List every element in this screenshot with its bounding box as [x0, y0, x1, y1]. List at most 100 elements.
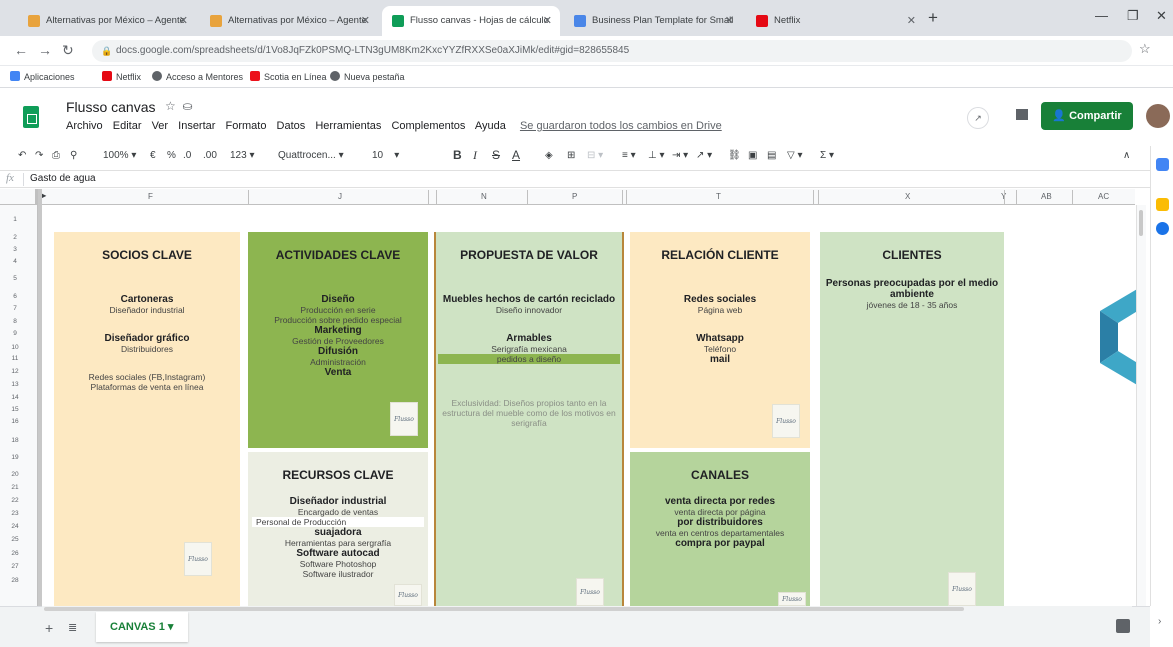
italic-button[interactable]: I [473, 148, 477, 163]
menu-ayuda[interactable]: Ayuda [475, 120, 506, 132]
star-icon[interactable]: ☆ [165, 99, 176, 113]
row-header[interactable]: 5 [0, 275, 30, 282]
new-tab-icon[interactable]: + [928, 8, 938, 28]
bookmark-star-icon[interactable]: ☆ [1139, 41, 1151, 57]
browser-tab-5[interactable]: Netflix ✕ [746, 6, 924, 36]
actividades-clave-box[interactable]: ACTIVIDADES CLAVE Diseño Producción en s… [248, 232, 428, 448]
close-window-icon[interactable]: ✕ [1156, 8, 1167, 24]
vertical-scrollbar[interactable] [1136, 205, 1146, 606]
percent-format-button[interactable]: % [167, 150, 176, 161]
column-header[interactable]: X [905, 192, 910, 201]
column-header[interactable]: AB [1041, 192, 1052, 201]
socios-clave-box[interactable]: SOCIOS CLAVE Cartoneras Diseñador indust… [54, 232, 240, 606]
row-header[interactable]: 26 [0, 550, 30, 557]
fill-color-icon[interactable]: ◈ [545, 150, 553, 161]
row-header[interactable]: 20 [0, 471, 30, 478]
browser-tab-2[interactable]: Alternativas por México – Agente ✕ [200, 6, 378, 36]
row-header[interactable]: 9 [0, 330, 30, 337]
expand-panel-icon[interactable]: › [1158, 616, 1161, 627]
row-header[interactable]: 24 [0, 523, 30, 530]
functions-button[interactable]: Σ ▾ [820, 150, 834, 161]
merge-cells-icon[interactable]: ⊟ ▾ [587, 150, 603, 161]
bookmark-apps[interactable]: Aplicaciones [10, 71, 75, 82]
row-header[interactable]: 28 [0, 577, 30, 584]
close-icon[interactable]: ✕ [543, 6, 552, 36]
increase-decimals-button[interactable]: .00 [203, 150, 217, 161]
collapse-menu-icon[interactable]: ∧ [1123, 150, 1130, 161]
insert-link-icon[interactable]: ⛓ [728, 150, 741, 161]
row-header[interactable]: 7 [0, 305, 30, 312]
menu-datos[interactable]: Datos [277, 120, 306, 132]
row-header[interactable]: 18 [0, 437, 30, 444]
print-icon[interactable]: ⎙ [52, 150, 60, 161]
row-header[interactable]: 11 [0, 355, 30, 362]
horizontal-scroll-thumb[interactable] [44, 607, 964, 611]
row-header[interactable]: 13 [0, 381, 30, 388]
browser-tab-4[interactable]: Business Plan Template for Small ✕ [564, 6, 742, 36]
activity-dashboard-icon[interactable]: ↗ [967, 107, 989, 129]
select-all-corner[interactable] [0, 189, 38, 204]
back-icon[interactable]: ← [14, 42, 28, 58]
all-sheets-icon[interactable]: ≣ [68, 621, 77, 634]
text-color-button[interactable]: A [512, 148, 520, 162]
font-select[interactable]: Quattrocen... ▾ [278, 150, 344, 161]
row-header[interactable]: 4 [0, 258, 30, 265]
text-wrapping-icon[interactable]: ⇥ ▾ [672, 150, 688, 161]
row-header[interactable]: 12 [0, 368, 30, 375]
comments-icon[interactable] [1016, 109, 1028, 120]
filter-icon[interactable]: ▽ ▾ [787, 150, 803, 161]
row-header[interactable]: 15 [0, 406, 30, 413]
redo-icon[interactable]: ↷ [35, 150, 43, 161]
bookmark-netflix[interactable]: Netflix [102, 71, 141, 82]
row-header[interactable]: 21 [0, 484, 30, 491]
bookmark-scotia[interactable]: Scotia en Línea [250, 71, 327, 82]
menu-herramientas[interactable]: Herramientas [315, 120, 381, 132]
menu-insertar[interactable]: Insertar [178, 120, 215, 132]
currency-format-button[interactable]: € [150, 150, 156, 161]
bookmark-mentores[interactable]: Acceso a Mentores [152, 71, 243, 82]
minimize-icon[interactable]: — [1095, 8, 1108, 23]
column-header[interactable]: P [572, 192, 577, 201]
text-rotation-icon[interactable]: ↗ ▾ [696, 150, 712, 161]
menu-archivo[interactable]: Archivo [66, 120, 103, 132]
document-title[interactable]: Flusso canvas [66, 99, 155, 115]
decrease-decimals-button[interactable]: .0 [183, 150, 191, 161]
move-to-folder-icon[interactable]: ⛀ [182, 99, 192, 113]
zoom-select[interactable]: 100% ▾ [103, 150, 136, 161]
column-header[interactable]: J [338, 192, 342, 201]
close-icon[interactable]: ✕ [361, 6, 370, 36]
column-header[interactable]: AC [1098, 192, 1109, 201]
share-button[interactable]: 👤 Compartir [1041, 102, 1133, 130]
row-header[interactable]: 8 [0, 318, 30, 325]
reload-icon[interactable]: ↻ [62, 42, 74, 59]
bold-button[interactable]: B [453, 148, 462, 162]
browser-tab-1[interactable]: Alternativas por México – Agente ✕ [18, 6, 196, 36]
browser-tab-3[interactable]: Flusso canvas - Hojas de cálculo ✕ [382, 6, 560, 36]
forward-icon[interactable]: → [38, 42, 52, 58]
keep-icon[interactable] [1156, 198, 1169, 211]
row-header[interactable]: 3 [0, 246, 30, 253]
sheets-logo-icon[interactable] [23, 106, 39, 128]
close-icon[interactable]: ✕ [907, 6, 916, 36]
close-icon[interactable]: ✕ [725, 6, 734, 36]
row-header[interactable]: 2 [0, 234, 30, 241]
calendar-icon[interactable] [1156, 158, 1169, 171]
column-header[interactable]: N [481, 192, 487, 201]
borders-icon[interactable]: ⊞ [567, 150, 575, 161]
row-header[interactable]: 16 [0, 418, 30, 425]
clientes-box[interactable]: CLIENTES Personas preocupadas por el med… [820, 232, 1004, 606]
row-header[interactable]: 22 [0, 497, 30, 504]
row-header[interactable]: 23 [0, 510, 30, 517]
close-icon[interactable]: ✕ [179, 6, 188, 36]
menu-complementos[interactable]: Complementos [391, 120, 465, 132]
strikethrough-button[interactable]: S [492, 148, 500, 162]
insert-chart-icon[interactable]: ▤ [767, 150, 776, 161]
column-header[interactable]: T [716, 192, 721, 201]
maximize-icon[interactable]: ❐ [1127, 8, 1139, 24]
explore-icon[interactable] [1116, 619, 1130, 633]
more-formats-button[interactable]: 123 ▾ [230, 150, 255, 161]
row-header[interactable]: 10 [0, 344, 30, 351]
column-header[interactable]: F [148, 192, 153, 201]
row-header[interactable]: 1 [0, 216, 30, 223]
avatar[interactable] [1146, 104, 1170, 128]
